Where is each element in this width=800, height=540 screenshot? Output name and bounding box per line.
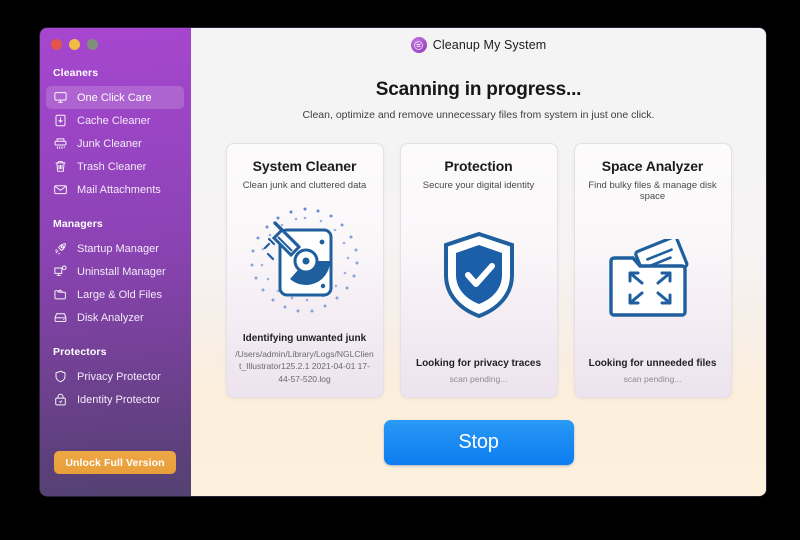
card-title: System Cleaner — [252, 158, 357, 174]
close-button[interactable] — [51, 39, 62, 50]
minimize-button[interactable] — [69, 39, 80, 50]
shield-check-icon — [409, 191, 549, 357]
card-detail: scan pending... — [449, 373, 508, 384]
sidebar-item-mail-attachments[interactable]: Mail Attachments — [46, 178, 184, 201]
page-title: Scanning in progress... — [375, 79, 582, 100]
sidebar-item-label: Junk Cleaner — [77, 137, 142, 150]
app-logo-icon — [410, 37, 427, 53]
sidebar-item-label: Identity Protector — [77, 393, 161, 406]
unlock-full-version-button[interactable]: Unlock Full Version — [54, 451, 176, 474]
sidebar-item-label: Disk Analyzer — [77, 311, 144, 324]
sidebar-item-label: Privacy Protector — [77, 370, 161, 383]
disk-icon — [53, 310, 68, 325]
sidebar-item-cache-cleaner[interactable]: Cache Cleaner — [46, 109, 184, 132]
lock-icon — [53, 392, 68, 407]
card-title: Protection — [444, 158, 513, 174]
disk-broom-scan-icon — [235, 191, 375, 333]
sidebar-section-cleaners: Cleaners — [53, 67, 99, 79]
card-detail: /Users/admin/Library/Logs/NGLClient_Illu… — [235, 349, 374, 384]
shield-icon — [53, 369, 68, 384]
action-bar: Stop — [191, 420, 766, 465]
sidebar-item-disk-analyzer[interactable]: Disk Analyzer — [46, 306, 184, 329]
monitor-gear-icon — [53, 264, 68, 279]
sidebar-item-label: Cache Cleaner — [77, 114, 151, 127]
sidebar-item-label: Uninstall Manager — [77, 265, 166, 278]
shredder-icon — [53, 136, 68, 151]
card-space-analyzer[interactable]: Space Analyzer Find bulky files & manage… — [573, 143, 732, 398]
main-content: Cleanup My System Scanning in progress..… — [191, 28, 766, 496]
sidebar-section-protectors: Protectors — [53, 346, 107, 358]
sidebar-item-label: Mail Attachments — [77, 183, 161, 196]
sidebar-item-large-old-files[interactable]: Large & Old Files — [46, 283, 184, 306]
sidebar-item-trash-cleaner[interactable]: Trash Cleaner — [46, 155, 184, 178]
card-subtitle: Clean junk and cluttered data — [242, 180, 367, 191]
card-title: Space Analyzer — [601, 158, 704, 174]
card-detail: scan pending... — [623, 373, 682, 384]
zoom-button[interactable] — [87, 39, 98, 50]
trash-icon — [53, 159, 68, 174]
sidebar-item-identity-protector[interactable]: Identity Protector — [46, 388, 184, 411]
sidebar-item-label: Trash Cleaner — [77, 160, 147, 173]
sidebar-item-label: Startup Manager — [77, 242, 159, 255]
card-status: Looking for unneeded files — [588, 357, 717, 369]
card-subtitle: Find bulky files & manage disk space — [588, 180, 717, 203]
scan-cards: System Cleaner Clean junk and cluttered … — [191, 143, 766, 398]
card-system-cleaner[interactable]: System Cleaner Clean junk and cluttered … — [225, 143, 384, 398]
app-window: Cleaners One Click Care Cache Cleaner Ju… — [40, 28, 766, 496]
rocket-icon — [53, 241, 68, 256]
sidebar-section-managers: Managers — [53, 218, 103, 230]
stop-button[interactable]: Stop — [383, 420, 574, 465]
sidebar-item-label: Large & Old Files — [77, 288, 162, 301]
app-title: Cleanup My System — [432, 38, 547, 52]
folder-expand-icon — [583, 203, 723, 358]
sidebar: Cleaners One Click Care Cache Cleaner Ju… — [40, 28, 191, 496]
page-subtitle: Clean, optimize and remove unnecessary f… — [302, 109, 655, 121]
card-status: Identifying unwanted junk — [242, 333, 367, 345]
cache-icon — [53, 113, 68, 128]
window-traffic-lights — [40, 28, 191, 50]
card-status: Looking for privacy traces — [415, 357, 542, 369]
mail-icon — [53, 182, 68, 197]
sidebar-item-one-click-care[interactable]: One Click Care — [46, 86, 184, 109]
card-protection[interactable]: Protection Secure your digital identity … — [399, 143, 558, 398]
monitor-icon — [53, 90, 68, 105]
sidebar-item-label: One Click Care — [77, 91, 152, 104]
sidebar-item-uninstall-manager[interactable]: Uninstall Manager — [46, 260, 184, 283]
folder-files-icon — [53, 287, 68, 302]
card-subtitle: Secure your digital identity — [422, 180, 535, 191]
sidebar-item-startup-manager[interactable]: Startup Manager — [46, 237, 184, 260]
sidebar-item-junk-cleaner[interactable]: Junk Cleaner — [46, 132, 184, 155]
app-brand: Cleanup My System — [191, 28, 766, 53]
sidebar-item-privacy-protector[interactable]: Privacy Protector — [46, 365, 184, 388]
